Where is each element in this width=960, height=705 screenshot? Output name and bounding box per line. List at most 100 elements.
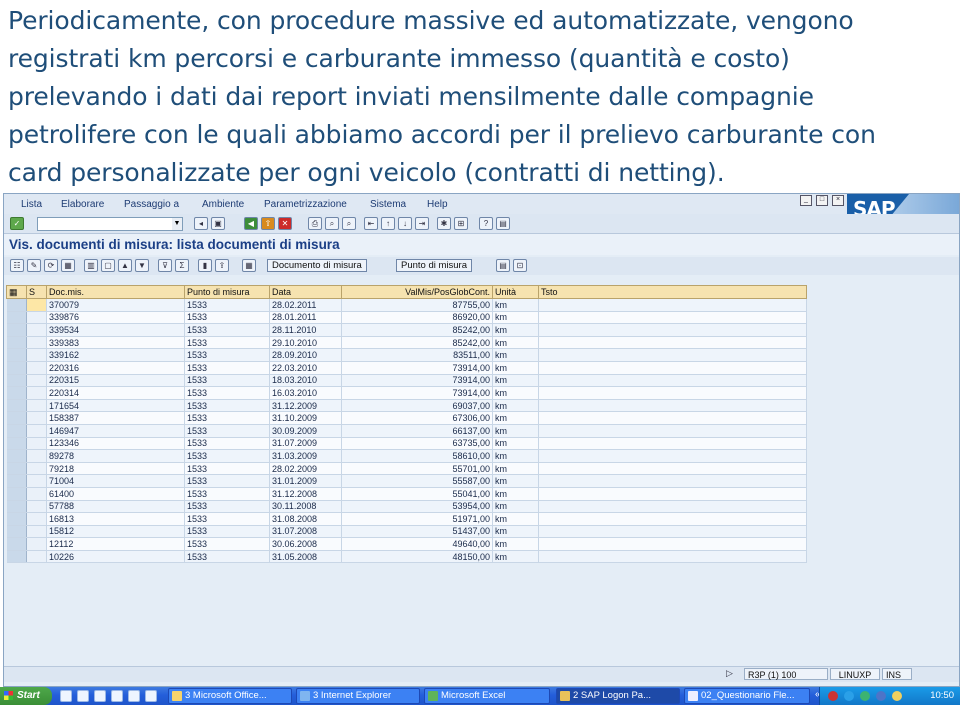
- table-row[interactable]: 370079 1533 28.02.2011 87755,00 km: [6, 298, 807, 312]
- chart-icon[interactable]: ▮: [198, 259, 212, 272]
- cancel-icon[interactable]: ✕: [278, 217, 292, 230]
- row-selector[interactable]: [6, 348, 27, 362]
- tray-app-icon[interactable]: [876, 691, 886, 701]
- row-selector[interactable]: [6, 374, 27, 388]
- find-icon[interactable]: ⌕: [325, 217, 339, 230]
- menu-sistema[interactable]: Sistema: [370, 199, 406, 210]
- column-header[interactable]: Tsto: [538, 285, 807, 299]
- next-page-icon[interactable]: ↓: [398, 217, 412, 230]
- column-header[interactable]: Unità: [492, 285, 539, 299]
- table-row[interactable]: 89278 1533 31.03.2009 58610,00 km: [6, 449, 807, 463]
- task-questionario[interactable]: 02_Questionario Fle...: [684, 688, 810, 704]
- row-selector[interactable]: [6, 550, 27, 564]
- security-icon[interactable]: [828, 691, 838, 701]
- new-session-icon[interactable]: ✱: [437, 217, 451, 230]
- back-icon[interactable]: ◀: [244, 217, 258, 230]
- tray-app-icon[interactable]: [860, 691, 870, 701]
- sum-icon[interactable]: Σ: [175, 259, 189, 272]
- sort-descending-icon[interactable]: ▼: [135, 259, 149, 272]
- quicklaunch-media-icon[interactable]: [128, 690, 140, 702]
- menu-parametrizzazione[interactable]: Parametrizzazione: [264, 199, 347, 210]
- quicklaunch-browser-icon[interactable]: [77, 690, 89, 702]
- quicklaunch-word-icon[interactable]: [94, 690, 106, 702]
- command-field[interactable]: ▼: [37, 217, 183, 231]
- deselect-all-icon[interactable]: ▢: [101, 259, 115, 272]
- export-icon[interactable]: ⇪: [215, 259, 229, 272]
- table-row[interactable]: 220316 1533 22.03.2010 73914,00 km: [6, 361, 807, 375]
- close-icon[interactable]: ×: [832, 195, 844, 206]
- task-microsoft-excel[interactable]: Microsoft Excel: [424, 688, 550, 704]
- row-selector[interactable]: [6, 487, 27, 501]
- exit-icon[interactable]: ⇧: [261, 217, 275, 230]
- display-icon[interactable]: ▦: [61, 259, 75, 272]
- edit-icon[interactable]: ✎: [27, 259, 41, 272]
- row-selector[interactable]: [6, 424, 27, 438]
- layout-menu-icon[interactable]: ▤: [496, 217, 510, 230]
- quicklaunch-excel-icon[interactable]: [60, 690, 72, 702]
- measuring-point-button[interactable]: Punto di misura: [396, 259, 473, 272]
- column-header[interactable]: ValMis/PosGlobCont.: [341, 285, 493, 299]
- menu-help[interactable]: Help: [427, 199, 448, 210]
- table-row[interactable]: 158387 1533 31.10.2009 67306,00 km: [6, 411, 807, 425]
- table-row[interactable]: 15812 1533 31.07.2008 51437,00 km: [6, 525, 807, 539]
- table-row[interactable]: 339534 1533 28.11.2010 85242,00 km: [6, 323, 807, 337]
- table-row[interactable]: 339383 1533 29.10.2010 85242,00 km: [6, 336, 807, 350]
- column-header[interactable]: Data: [269, 285, 342, 299]
- task-internet-explorer[interactable]: 3 Internet Explorer: [296, 688, 420, 704]
- refresh-icon[interactable]: ⟳: [44, 259, 58, 272]
- shortcut-icon[interactable]: ⊞: [454, 217, 468, 230]
- measurement-document-button[interactable]: Documento di misura: [267, 259, 367, 272]
- row-selector[interactable]: [6, 437, 27, 451]
- command-dropdown-icon[interactable]: ▼: [172, 218, 182, 230]
- first-page-icon[interactable]: ⇤: [364, 217, 378, 230]
- row-selector[interactable]: [6, 323, 27, 337]
- column-header[interactable]: Punto di misura: [184, 285, 270, 299]
- table-row[interactable]: 220314 1533 16.03.2010 73914,00 km: [6, 386, 807, 400]
- task-microsoft-office[interactable]: 3 Microsoft Office...: [168, 688, 292, 704]
- status-expand-icon[interactable]: ▷: [726, 668, 733, 679]
- table-row[interactable]: 61400 1533 31.12.2008 55041,00 km: [6, 487, 807, 501]
- minimize-icon[interactable]: _: [800, 195, 812, 206]
- details-icon[interactable]: ☷: [10, 259, 24, 272]
- table-row[interactable]: 339162 1533 28.09.2010 83511,00 km: [6, 348, 807, 362]
- arrow-left-icon[interactable]: ◂: [194, 217, 208, 230]
- table-row[interactable]: 57788 1533 30.11.2008 53954,00 km: [6, 500, 807, 514]
- table-row[interactable]: 123346 1533 31.07.2009 63735,00 km: [6, 437, 807, 451]
- menu-ambiente[interactable]: Ambiente: [202, 199, 244, 210]
- table-row[interactable]: 10226 1533 31.05.2008 48150,00 km: [6, 550, 807, 564]
- row-selector[interactable]: [6, 537, 27, 551]
- row-selector[interactable]: [6, 411, 27, 425]
- row-selector[interactable]: [6, 512, 27, 526]
- row-selector[interactable]: [6, 361, 27, 375]
- menu-lista[interactable]: Lista: [21, 199, 42, 210]
- network-icon[interactable]: [844, 691, 854, 701]
- table-row[interactable]: 171654 1533 31.12.2009 69037,00 km: [6, 399, 807, 413]
- table-row[interactable]: 79218 1533 28.02.2009 55701,00 km: [6, 462, 807, 476]
- row-selector[interactable]: [6, 500, 27, 514]
- row-selector[interactable]: [6, 311, 27, 325]
- select-all-rows-icon[interactable]: ▦: [6, 285, 27, 299]
- previous-page-icon[interactable]: ↑: [381, 217, 395, 230]
- row-selector[interactable]: [6, 298, 27, 312]
- print-icon[interactable]: ⎙: [308, 217, 322, 230]
- enter-check-icon[interactable]: ✓: [10, 217, 24, 230]
- tray-app-icon[interactable]: [892, 691, 902, 701]
- choose-layout-icon[interactable]: ▤: [496, 259, 510, 272]
- row-selector[interactable]: [6, 474, 27, 488]
- row-selector[interactable]: [6, 336, 27, 350]
- row-selector[interactable]: [6, 462, 27, 476]
- row-selector[interactable]: [6, 399, 27, 413]
- column-header[interactable]: Doc.mis.: [46, 285, 185, 299]
- table-row[interactable]: 339876 1533 28.01.2011 86920,00 km: [6, 311, 807, 325]
- save-icon[interactable]: ▣: [211, 217, 225, 230]
- menu-passaggio-a[interactable]: Passaggio a: [124, 199, 179, 210]
- find-next-icon[interactable]: ⌕: [342, 217, 356, 230]
- layout-icon[interactable]: ▦: [242, 259, 256, 272]
- filter-icon[interactable]: ⊽: [158, 259, 172, 272]
- save-layout-icon[interactable]: ⊡: [513, 259, 527, 272]
- maximize-icon[interactable]: □: [816, 195, 828, 206]
- row-selector[interactable]: [6, 525, 27, 539]
- table-row[interactable]: 71004 1533 31.01.2009 55587,00 km: [6, 474, 807, 488]
- table-row[interactable]: 12112 1533 30.06.2008 49640,00 km: [6, 537, 807, 551]
- start-button[interactable]: Start: [0, 687, 52, 705]
